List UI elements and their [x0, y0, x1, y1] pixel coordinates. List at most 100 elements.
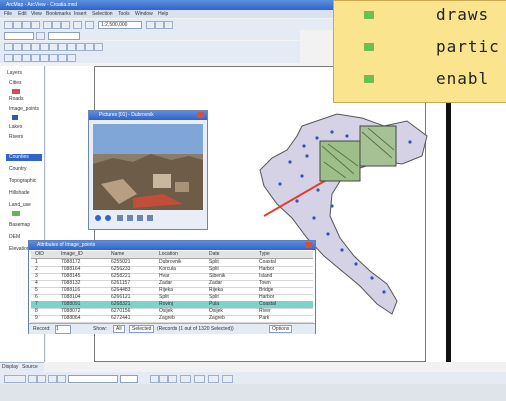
drawing-menu-button[interactable]	[4, 375, 26, 383]
select-features-button[interactable]	[58, 43, 67, 51]
menu-item-file[interactable]: File	[4, 11, 12, 17]
menu-item-help[interactable]: Help	[158, 11, 168, 17]
open-button[interactable]	[13, 21, 22, 29]
column-header[interactable]: OID	[35, 251, 44, 257]
menu-item-tools[interactable]: Tools	[118, 11, 130, 17]
cell: 4	[35, 280, 38, 286]
back-extent-button[interactable]	[40, 43, 49, 51]
toc-item-rivers[interactable]: Rivers	[6, 134, 42, 141]
paste-button[interactable]	[61, 21, 70, 29]
zoom-photo-icon[interactable]	[117, 215, 123, 221]
prev-photo-icon[interactable]	[95, 215, 101, 221]
record-input[interactable]: 1	[55, 325, 71, 334]
editor-dropdown[interactable]	[4, 32, 34, 40]
tab-source[interactable]: Source	[22, 364, 38, 370]
scale-select[interactable]: 1:2,500,000	[98, 21, 142, 29]
layout-tool-5[interactable]	[40, 54, 49, 62]
show-all-button[interactable]: All	[113, 325, 125, 333]
toc-item-hillshade[interactable]: Hillshade	[6, 190, 42, 197]
undo-button[interactable]	[73, 21, 82, 29]
table-row[interactable]: 9 7088064 6272441 Zagreb Zagreb Park	[31, 315, 313, 323]
menu-item-bookmarks[interactable]: Bookmarks	[46, 11, 71, 17]
identify-button[interactable]	[67, 43, 76, 51]
toc-item-basemap[interactable]: Basemap	[6, 222, 42, 229]
column-header[interactable]: Type	[259, 251, 270, 257]
layout-tool-7[interactable]	[58, 54, 67, 62]
select-elements-button[interactable]	[28, 375, 37, 383]
add-data-button[interactable]	[85, 21, 94, 29]
measure-button[interactable]	[85, 43, 94, 51]
fill-color-button[interactable]	[194, 375, 205, 383]
italic-button[interactable]	[159, 375, 168, 383]
options-button[interactable]: Options	[269, 325, 293, 333]
column-header[interactable]: Date	[209, 251, 220, 257]
toc-item-counties[interactable]: Counties	[6, 154, 42, 161]
photo-window-close-icon[interactable]	[197, 112, 204, 118]
menu-item-window[interactable]: Window	[135, 11, 153, 17]
save-photo-icon[interactable]	[147, 215, 153, 221]
zoom-out-button[interactable]	[13, 43, 22, 51]
print-photo-icon[interactable]	[137, 215, 143, 221]
toc-item-lakes[interactable]: Lakes	[6, 124, 42, 131]
toc-item-land-use[interactable]: Land_use	[6, 202, 42, 209]
help-button[interactable]	[164, 21, 173, 29]
line-color-button[interactable]	[208, 375, 219, 383]
toc-item-image-points[interactable]: Image_points	[6, 106, 42, 113]
rotate-photo-icon[interactable]	[127, 215, 133, 221]
marker-color-button[interactable]	[222, 375, 233, 383]
editor-button[interactable]	[146, 21, 155, 29]
forward-extent-button[interactable]	[49, 43, 58, 51]
underline-button[interactable]	[168, 375, 177, 383]
menu-item-insert[interactable]: Insert	[74, 11, 87, 17]
toc-item-label: Basemap	[9, 222, 31, 228]
column-header[interactable]: Image_ID	[61, 251, 83, 257]
rectangle-button[interactable]	[48, 375, 57, 383]
toc-item-label: Counties	[9, 154, 29, 160]
print-button[interactable]	[31, 21, 40, 29]
hyperlink-button[interactable]	[94, 43, 103, 51]
cell: Osijek	[159, 308, 173, 314]
menu-item-view[interactable]: View	[31, 11, 42, 17]
zoom-in-button[interactable]	[4, 43, 13, 51]
layout-tool-3[interactable]	[22, 54, 31, 62]
copy-button[interactable]	[52, 21, 61, 29]
next-photo-icon[interactable]	[105, 215, 111, 221]
sketch-button[interactable]	[36, 32, 45, 40]
column-header[interactable]: Location	[159, 251, 178, 257]
save-button[interactable]	[22, 21, 31, 29]
show-selected-button[interactable]: Selected	[129, 325, 155, 333]
rotate-button[interactable]	[37, 375, 46, 383]
text-button[interactable]	[57, 375, 66, 383]
toc-item-cities[interactable]: Cities	[6, 80, 42, 87]
layout-tool-6[interactable]	[49, 54, 58, 62]
menu-item-selection[interactable]: Selection	[92, 11, 113, 17]
cell: Hvar	[159, 273, 170, 279]
toc-item-topographic[interactable]: Topographic	[6, 178, 42, 185]
column-header[interactable]: Name	[111, 251, 124, 257]
cell: 6272441	[111, 315, 131, 321]
layout-tool-2[interactable]	[13, 54, 22, 62]
toc-item-layers[interactable]: Layers	[3, 70, 43, 77]
cell: Split	[209, 266, 219, 272]
cell: Sibenik	[209, 273, 226, 279]
menu-item-edit[interactable]: Edit	[18, 11, 27, 17]
cell: 7	[35, 301, 38, 307]
font-color-button[interactable]	[180, 375, 191, 383]
task-dropdown[interactable]	[48, 32, 80, 40]
layout-tool-1[interactable]	[4, 54, 13, 62]
font-select[interactable]	[68, 375, 118, 383]
new-button[interactable]	[4, 21, 13, 29]
toc-item-roads[interactable]: Roads	[6, 96, 42, 103]
tab-display[interactable]: Display	[2, 364, 18, 370]
cut-button[interactable]	[43, 21, 52, 29]
find-button[interactable]	[76, 43, 85, 51]
font-size-select[interactable]	[120, 375, 138, 383]
layout-tool-8[interactable]	[67, 54, 76, 62]
toc-item-country[interactable]: Country	[6, 166, 42, 173]
bold-button[interactable]	[150, 375, 159, 383]
arctoolbox-button[interactable]	[155, 21, 164, 29]
full-extent-button[interactable]	[31, 43, 40, 51]
pan-button[interactable]	[22, 43, 31, 51]
layout-tool-4[interactable]	[31, 54, 40, 62]
table-close-icon[interactable]	[305, 242, 312, 248]
